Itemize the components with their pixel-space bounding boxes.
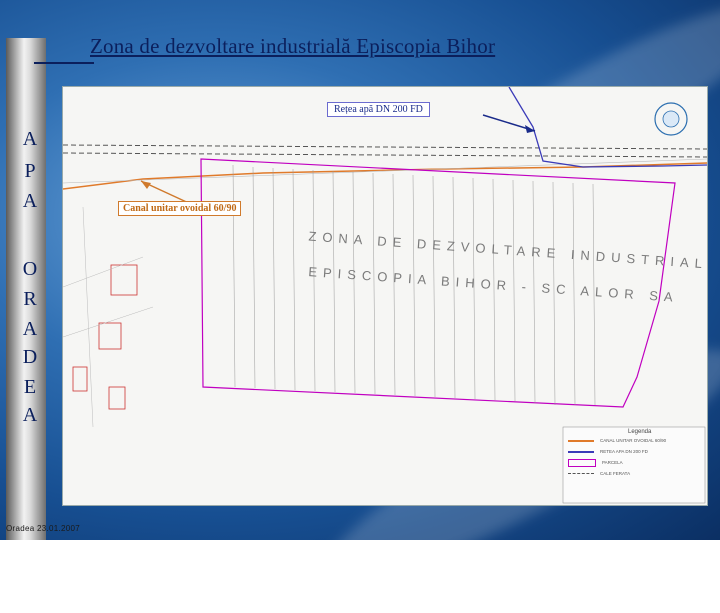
water-line xyxy=(508,87,707,168)
legend-item: RETEA APA DN 200 FD xyxy=(568,446,704,457)
legend-label: PARCELA xyxy=(602,460,623,465)
legend-item: CANAL UNITAR OVOIDAL 60/90 xyxy=(568,435,704,446)
sewer-callout: Canal unitar ovoidal 60/90 xyxy=(118,201,242,216)
side-letter: A xyxy=(22,190,38,212)
side-letter: R xyxy=(23,288,37,310)
railway-line xyxy=(63,144,707,150)
side-letter: P xyxy=(24,160,36,182)
water-callout: Rețea apă DN 200 FD xyxy=(327,102,430,117)
side-letter: O xyxy=(22,258,38,280)
railway-line xyxy=(63,152,707,158)
left-buildings xyxy=(72,264,138,410)
title-underline xyxy=(34,62,94,64)
side-letter: A xyxy=(22,318,38,340)
legend-item: PARCELA xyxy=(568,457,704,468)
side-letter: A xyxy=(22,404,38,426)
side-letter: E xyxy=(23,376,37,398)
map-legend: Legenda CANAL UNITAR OVOIDAL 60/90 RETEA… xyxy=(568,429,704,479)
legend-swatch-parcel xyxy=(568,458,596,467)
site-map: Rețea apă DN 200 FD Canal unitar ovoidal… xyxy=(62,86,708,506)
slide-title: Zona de dezvoltare industrială Episcopia… xyxy=(90,34,496,58)
legend-item: CALE FERATA xyxy=(568,468,704,479)
left-streets xyxy=(63,206,154,428)
legend-swatch-sewer xyxy=(568,439,594,442)
legend-label: CANAL UNITAR OVOIDAL 60/90 xyxy=(600,438,667,443)
legend-swatch-water xyxy=(568,450,594,453)
side-letter: D xyxy=(22,346,38,368)
slide-date: Oradea 23.01.2007 xyxy=(6,524,81,533)
legend-label: CALE FERATA xyxy=(600,471,631,476)
legend-swatch-railway xyxy=(568,473,594,474)
legend-label: RETEA APA DN 200 FD xyxy=(600,449,648,454)
side-letter: A xyxy=(22,128,38,150)
